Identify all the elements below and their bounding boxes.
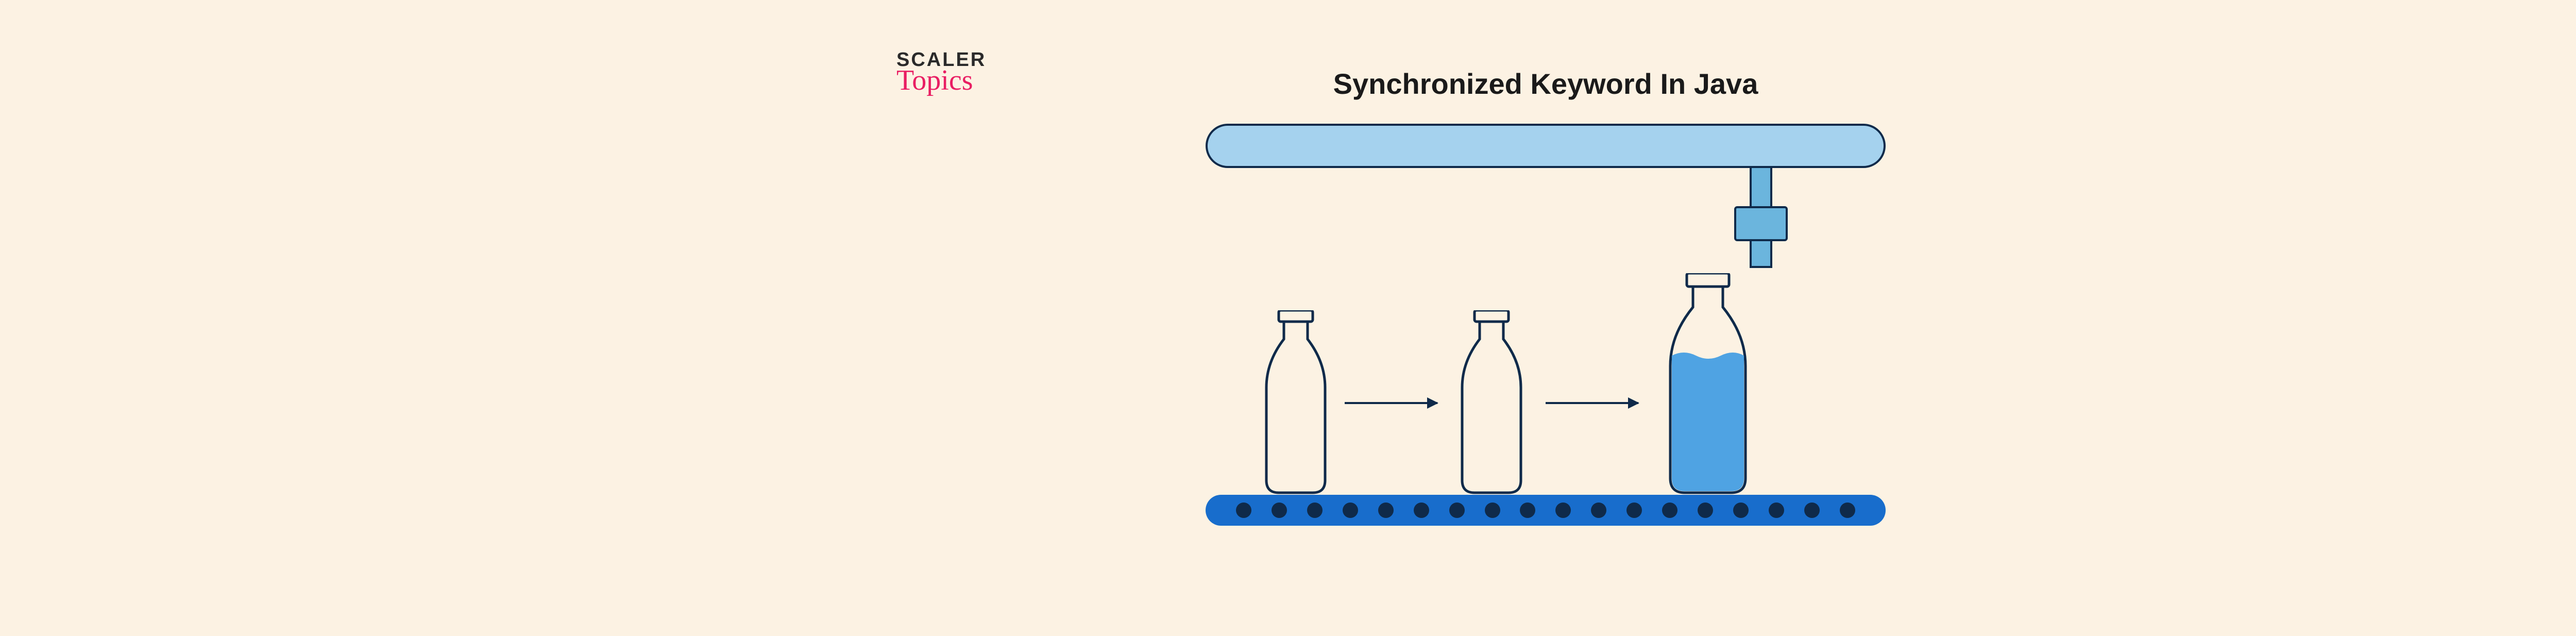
arrow-icon [1345, 402, 1437, 404]
conveyor-roller [1378, 503, 1394, 518]
conveyor-roller [1769, 503, 1784, 518]
conveyor-belt [1206, 495, 1886, 526]
conveyor-roller [1520, 503, 1535, 518]
conveyor-roller [1840, 503, 1855, 518]
bottle-filled [1659, 273, 1757, 495]
conveyor-roller [1733, 503, 1749, 518]
conveyor-roller [1414, 503, 1429, 518]
bottle-empty [1257, 310, 1334, 495]
overhead-bar [1206, 124, 1886, 168]
conveyor-roller [1591, 503, 1606, 518]
dispenser-column [1750, 168, 1772, 208]
logo-text-sub: Topics [896, 64, 986, 97]
bottle-factory-illustration [1206, 124, 1886, 588]
conveyor-roller [1307, 503, 1323, 518]
dispenser-nozzle [1750, 241, 1772, 268]
conveyor-roller [1485, 503, 1500, 518]
conveyor-roller [1698, 503, 1713, 518]
dispenser-head [1734, 206, 1788, 241]
bottle-empty [1453, 310, 1530, 495]
conveyor-roller [1449, 503, 1465, 518]
conveyor-roller [1555, 503, 1571, 518]
conveyor-roller [1662, 503, 1677, 518]
conveyor-roller [1236, 503, 1251, 518]
arrow-icon [1546, 402, 1638, 404]
conveyor-roller [1804, 503, 1820, 518]
page-title: Synchronized Keyword In Java [1333, 67, 1758, 101]
conveyor-roller [1272, 503, 1287, 518]
scaler-topics-logo: SCALER Topics [896, 49, 986, 97]
conveyor-roller [1626, 503, 1642, 518]
diagram-canvas: SCALER Topics Synchronized Keyword In Ja… [773, 0, 2318, 636]
conveyor-roller [1343, 503, 1358, 518]
